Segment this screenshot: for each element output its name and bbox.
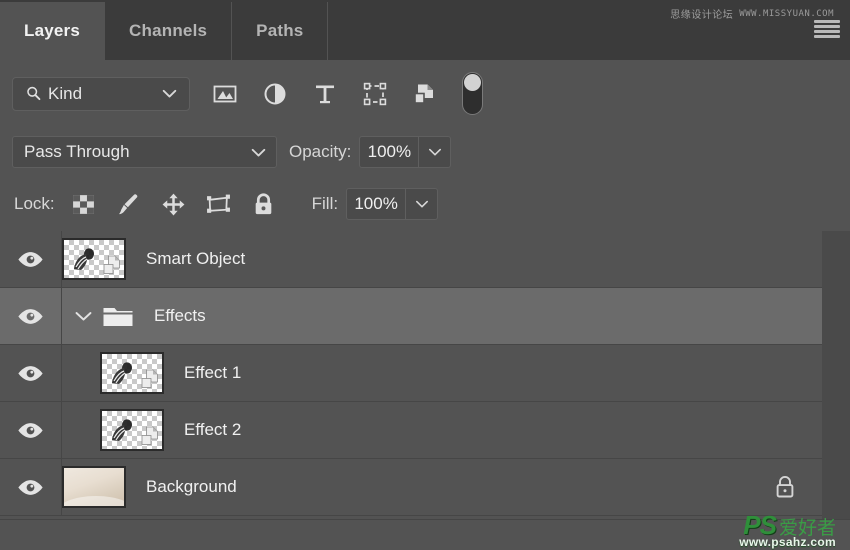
layer-name: Effect 1 bbox=[184, 363, 242, 382]
layer-artwork-preview bbox=[112, 362, 132, 384]
eye-icon bbox=[18, 365, 43, 381]
layer-body: Effect 1 bbox=[62, 345, 822, 401]
layer-body: Effects bbox=[62, 288, 822, 344]
table-row[interactable]: Effect 1 bbox=[0, 345, 822, 402]
layer-locked-icon[interactable] bbox=[774, 475, 796, 500]
lock-artboard-nesting-icon[interactable] bbox=[206, 192, 231, 217]
layer-name: Effect 2 bbox=[184, 420, 242, 439]
lock-transparent-pixels-icon[interactable] bbox=[71, 192, 96, 217]
fill-stepper-button[interactable] bbox=[406, 188, 439, 220]
layer-visibility-toggle[interactable] bbox=[0, 402, 62, 458]
watermark-bottom: PS 爱好者 www.psahz.com bbox=[739, 512, 836, 548]
chevron-down-icon bbox=[428, 148, 441, 156]
layer-thumbnail[interactable] bbox=[100, 409, 164, 451]
eye-icon bbox=[18, 251, 43, 267]
layer-list-scrollbar[interactable] bbox=[822, 231, 850, 519]
filter-toggle-knob bbox=[464, 74, 481, 91]
tab-layers-label: Layers bbox=[24, 21, 81, 40]
tab-paths-label: Paths bbox=[256, 21, 304, 40]
layer-name: Smart Object bbox=[146, 249, 246, 268]
smart-object-badge-icon bbox=[141, 426, 158, 445]
filter-pixel-layers-icon[interactable] bbox=[212, 81, 238, 107]
layer-visibility-toggle[interactable] bbox=[0, 345, 62, 401]
panel-menu-icon[interactable] bbox=[814, 20, 840, 38]
tab-channels-label: Channels bbox=[129, 21, 208, 40]
smart-object-badge-icon bbox=[141, 369, 158, 388]
fill-control: 100% bbox=[346, 188, 439, 220]
opacity-stepper-button[interactable] bbox=[419, 136, 452, 168]
table-row[interactable]: Background bbox=[0, 459, 822, 516]
layer-body: Background bbox=[62, 459, 822, 515]
blend-mode-value: Pass Through bbox=[24, 142, 130, 161]
table-row[interactable]: Effect 2 bbox=[0, 402, 822, 459]
blend-mode-dropdown[interactable]: Pass Through bbox=[12, 136, 277, 168]
opacity-input[interactable]: 100% bbox=[359, 136, 420, 168]
fill-input[interactable]: 100% bbox=[346, 188, 407, 220]
group-expand-chevron-icon[interactable] bbox=[75, 311, 92, 321]
chevron-down-icon bbox=[415, 200, 428, 208]
filter-shape-layers-icon[interactable] bbox=[362, 81, 388, 107]
layer-body: Smart Object bbox=[62, 231, 822, 287]
lock-all-icon[interactable] bbox=[251, 192, 276, 217]
layer-thumbnail[interactable] bbox=[100, 352, 164, 394]
lock-icon-group bbox=[71, 192, 276, 217]
chevron-down-icon bbox=[162, 89, 177, 98]
chevron-down-icon bbox=[251, 148, 266, 156]
layer-visibility-toggle[interactable] bbox=[0, 288, 62, 344]
watermark-top-url: WWW.MISSYUAN.COM bbox=[739, 8, 834, 19]
table-row[interactable]: Effects bbox=[0, 288, 822, 345]
blend-mode-row: Pass Through Opacity: 100% bbox=[0, 127, 850, 178]
watermark-bottom-url: www.psahz.com bbox=[739, 535, 836, 549]
watermark-top: 思缘设计论坛 WWW.MISSYUAN.COM bbox=[670, 6, 834, 22]
layer-visibility-toggle[interactable] bbox=[0, 231, 62, 287]
fill-label: Fill: bbox=[311, 194, 339, 213]
filter-type-layers-icon[interactable] bbox=[312, 81, 338, 107]
filter-kind-dropdown[interactable]: Kind bbox=[12, 76, 190, 111]
filter-adjustment-layers-icon[interactable] bbox=[262, 81, 288, 107]
lock-row: Lock: Fill: 100% bbox=[0, 177, 850, 232]
layer-visibility-toggle[interactable] bbox=[0, 459, 62, 515]
tab-paths[interactable]: Paths bbox=[232, 2, 329, 60]
opacity-control: 100% bbox=[359, 136, 452, 168]
opacity-label: Opacity: bbox=[289, 142, 352, 161]
filter-type-icons bbox=[212, 81, 438, 107]
table-row[interactable]: Smart Object bbox=[0, 231, 822, 288]
layer-artwork-preview bbox=[74, 248, 94, 270]
filter-row: Kind bbox=[0, 60, 850, 128]
eye-icon bbox=[18, 308, 43, 324]
folder-icon bbox=[103, 307, 133, 326]
layer-body: Effect 2 bbox=[62, 402, 822, 458]
layer-name: Effects bbox=[154, 306, 206, 325]
eye-icon bbox=[18, 479, 43, 495]
watermark-top-cn: 思缘设计论坛 bbox=[670, 10, 734, 21]
smart-object-badge-icon bbox=[103, 255, 120, 274]
filter-smart-object-layers-icon[interactable] bbox=[412, 81, 438, 107]
layer-thumbnail[interactable] bbox=[62, 466, 126, 508]
panel-bottom-bar bbox=[0, 519, 850, 550]
layer-thumbnail[interactable] bbox=[62, 238, 126, 280]
filter-kind-label: Kind bbox=[48, 83, 83, 103]
lock-image-pixels-icon[interactable] bbox=[116, 192, 141, 217]
lock-position-icon[interactable] bbox=[161, 192, 186, 217]
lock-label: Lock: bbox=[14, 194, 55, 213]
layer-name: Background bbox=[146, 477, 237, 496]
tab-channels[interactable]: Channels bbox=[105, 2, 233, 60]
eye-icon bbox=[18, 422, 43, 438]
layers-panel: Layers Channels Paths 思缘设计论坛 WWW.MISSYUA… bbox=[0, 0, 850, 550]
tab-layers[interactable]: Layers bbox=[0, 2, 106, 60]
layer-list: Smart Object Effects Effect 1 Effect 2 B… bbox=[0, 231, 850, 519]
layer-artwork-preview bbox=[112, 419, 132, 441]
magnifier-icon bbox=[27, 86, 41, 101]
filter-enable-toggle[interactable] bbox=[462, 72, 483, 115]
